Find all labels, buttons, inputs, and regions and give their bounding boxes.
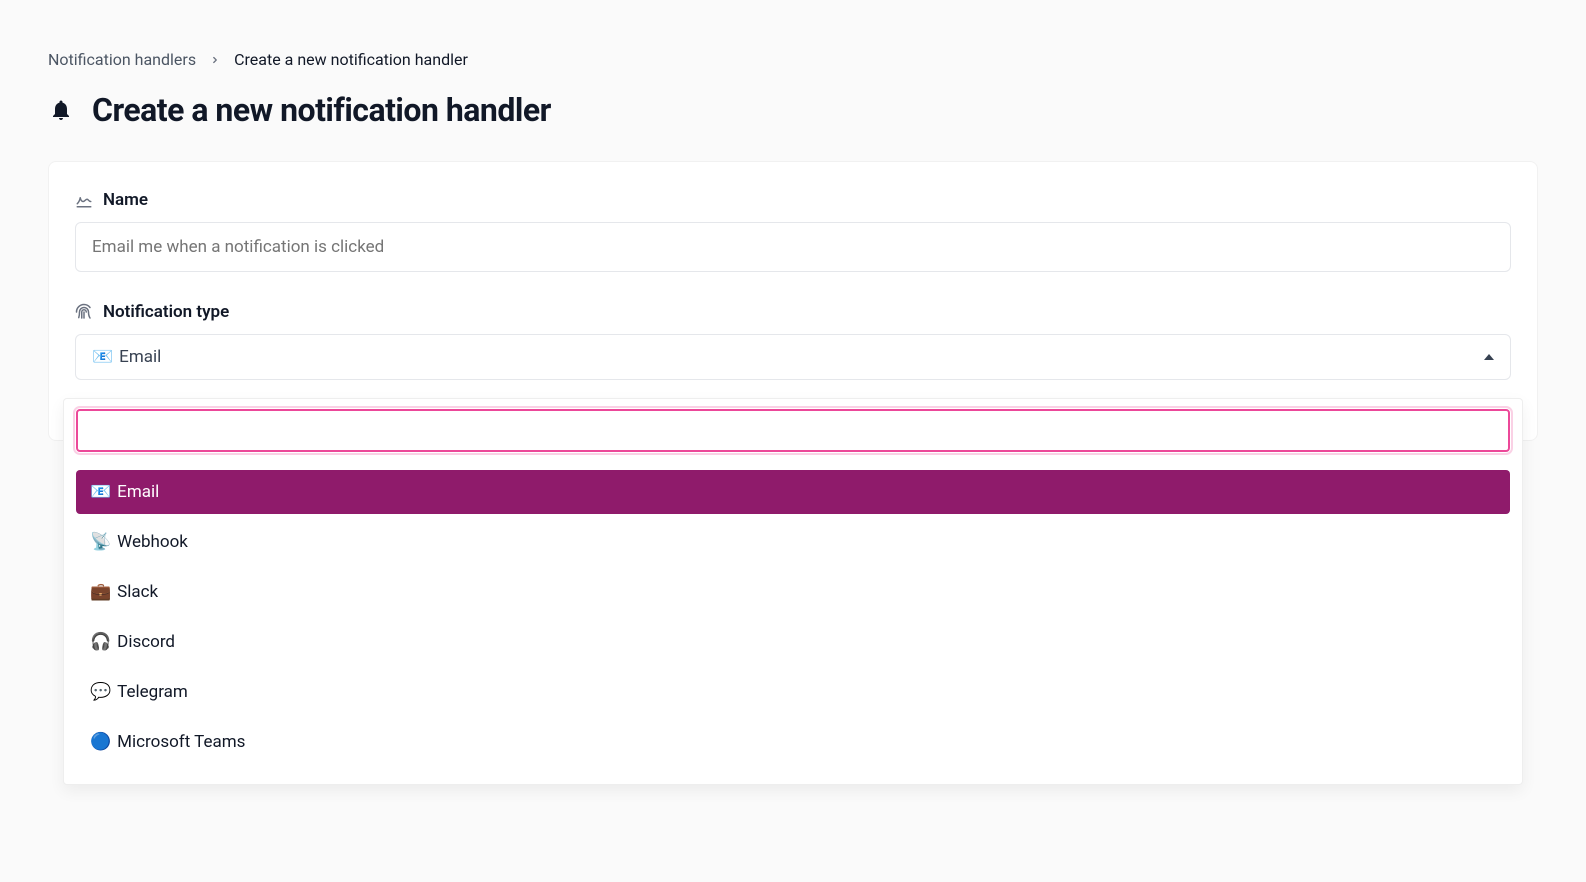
option-emoji: 🎧 bbox=[90, 632, 111, 652]
fingerprint-icon bbox=[75, 303, 93, 321]
type-select[interactable]: 📧 Email bbox=[75, 334, 1511, 380]
option-emoji: 💬 bbox=[90, 682, 111, 702]
name-input[interactable] bbox=[75, 222, 1511, 272]
name-label: Name bbox=[75, 190, 1511, 210]
breadcrumb-root-link[interactable]: Notification handlers bbox=[48, 50, 196, 69]
option-emoji: 📧 bbox=[90, 482, 111, 502]
page-header: Create a new notification handler bbox=[48, 91, 1538, 129]
chevron-right-icon bbox=[210, 55, 220, 65]
option-label: Microsoft Teams bbox=[117, 732, 245, 752]
type-label-text: Notification type bbox=[103, 302, 229, 322]
dropdown-option[interactable]: 🎧 Discord bbox=[76, 620, 1510, 664]
type-select-value: 📧 Email bbox=[92, 347, 161, 367]
option-label: Telegram bbox=[117, 682, 188, 702]
option-emoji: 🔵 bbox=[90, 732, 111, 752]
bell-icon bbox=[48, 97, 74, 123]
breadcrumb: Notification handlers Create a new notif… bbox=[48, 50, 1538, 69]
option-emoji: 📡 bbox=[90, 532, 111, 552]
option-emoji: 💼 bbox=[90, 582, 111, 602]
breadcrumb-current: Create a new notification handler bbox=[234, 50, 468, 69]
name-field-group: Name bbox=[75, 190, 1511, 272]
type-select-label: Email bbox=[119, 347, 161, 367]
page-title: Create a new notification handler bbox=[92, 91, 551, 129]
option-label: Slack bbox=[117, 582, 158, 602]
dropdown-search-input[interactable] bbox=[76, 409, 1510, 452]
dropdown-option[interactable]: 💼 Slack bbox=[76, 570, 1510, 614]
type-field-group: Notification type 📧 Email bbox=[75, 302, 1511, 380]
dropdown-option[interactable]: 📧 Email bbox=[76, 470, 1510, 514]
dropdown-option[interactable]: 💬 Telegram bbox=[76, 670, 1510, 714]
dropdown-option[interactable]: 🔵 Microsoft Teams bbox=[76, 720, 1510, 764]
name-label-text: Name bbox=[103, 190, 148, 210]
type-dropdown-panel: 📧 Email 📡 Webhook 💼 Slack 🎧 Discord 💬 Telegram 🔵 Mi… bbox=[63, 398, 1523, 785]
signature-icon bbox=[75, 191, 93, 209]
option-label: Webhook bbox=[117, 532, 188, 552]
caret-up-icon bbox=[1484, 354, 1494, 360]
option-label: Email bbox=[117, 482, 159, 502]
type-select-emoji: 📧 bbox=[92, 347, 113, 367]
option-label: Discord bbox=[117, 632, 175, 652]
form-card: Name Notification type 📧 Email 📧Email📡We… bbox=[48, 161, 1538, 441]
dropdown-option[interactable]: 📡 Webhook bbox=[76, 520, 1510, 564]
type-label: Notification type bbox=[75, 302, 1511, 322]
